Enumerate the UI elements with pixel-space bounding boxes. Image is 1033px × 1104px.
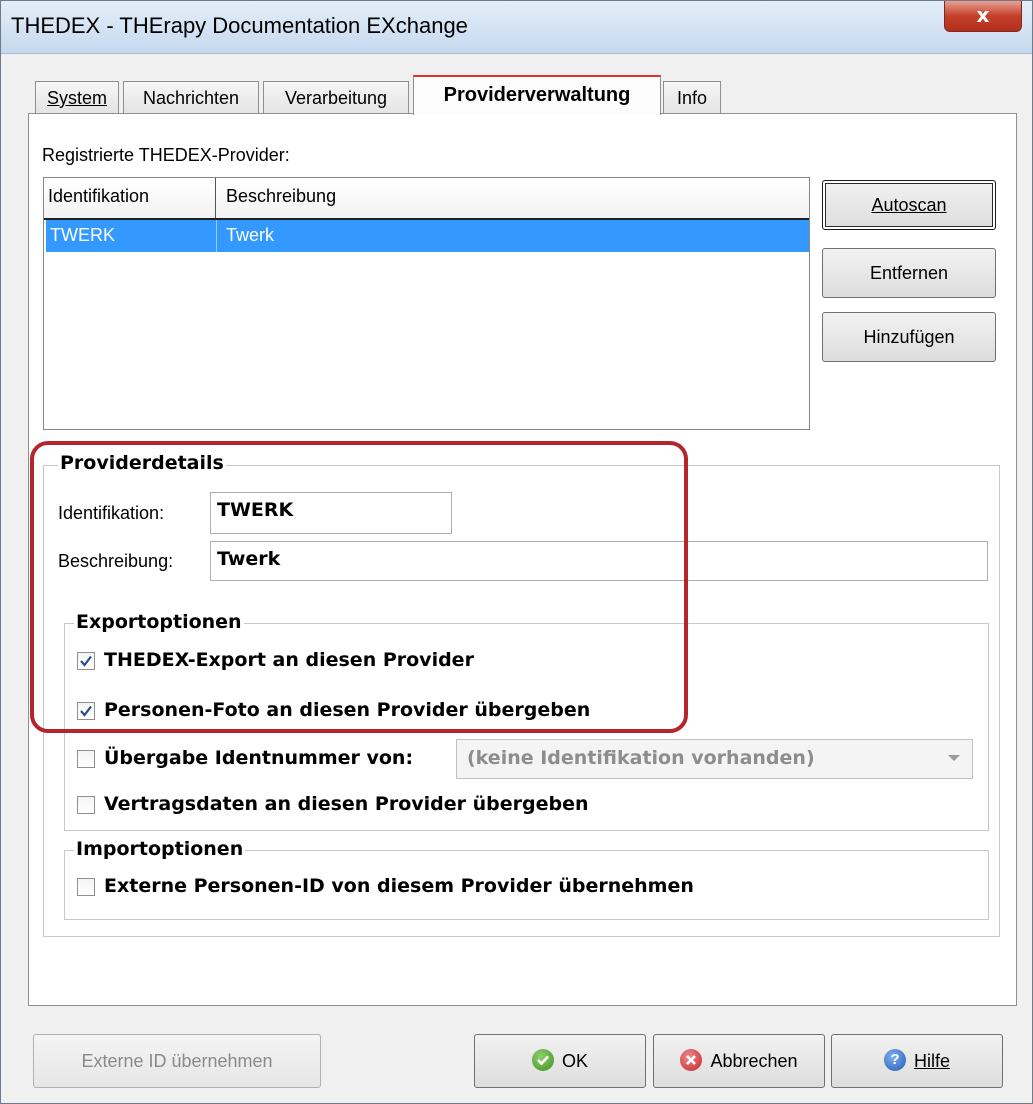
externe-personen-id-checkbox[interactable] [77, 878, 95, 896]
title-bar[interactable]: THEDEX - THErapy Documentation EXchange … [1, 1, 1032, 54]
tab-providerverwaltung[interactable]: Providerverwaltung [413, 75, 661, 115]
list-header: Identifikation Beschreibung [44, 178, 809, 220]
identnummer-checkbox[interactable] [77, 750, 95, 768]
table-row[interactable]: TWERK Twerk [46, 220, 809, 252]
tab-info[interactable]: Info [663, 81, 721, 113]
close-button[interactable]: x [944, 1, 1022, 32]
row-divider [216, 220, 217, 252]
externe-id-uebernehmen-button[interactable]: Externe ID übernehmen [33, 1034, 321, 1088]
importoptionen-title: Importoptionen [74, 838, 246, 860]
column-header-beschreibung[interactable]: Beschreibung [226, 186, 336, 207]
ok-button[interactable]: OK [474, 1034, 646, 1088]
identnummer-select[interactable]: (keine Identifikation vorhanden) [456, 739, 973, 779]
provider-list-label: Registrierte THEDEX-Provider: [42, 145, 290, 165]
tab-nachrichten[interactable]: Nachrichten [123, 81, 259, 113]
tab-system[interactable]: System [35, 81, 119, 113]
chevron-down-icon [948, 755, 960, 761]
provider-list[interactable]: Identifikation Beschreibung TWERK Twerk [43, 177, 810, 430]
hinzufuegen-button[interactable]: Hinzufügen [822, 312, 996, 362]
tab-verarbeitung[interactable]: Verarbeitung [263, 81, 409, 113]
check-circle-icon [531, 1049, 554, 1072]
hilfe-button[interactable]: ? Hilfe [831, 1034, 1003, 1088]
row-identifikation: TWERK [50, 225, 115, 245]
externe-personen-id-label: Externe Personen-ID von diesem Provider … [104, 875, 694, 897]
row-beschreibung: Twerk [226, 225, 275, 245]
highlight-annotation [30, 441, 688, 733]
help-icon: ? [883, 1049, 906, 1072]
abbrechen-button[interactable]: Abbrechen [653, 1034, 825, 1088]
column-header-identifikation[interactable]: Identifikation [48, 186, 149, 207]
column-divider[interactable] [215, 178, 216, 218]
vertragsdaten-label: Vertragsdaten an diesen Provider übergeb… [104, 793, 589, 815]
autoscan-button[interactable]: Autoscan [822, 180, 996, 230]
window-title: THEDEX - THErapy Documentation EXchange [11, 13, 468, 38]
vertragsdaten-checkbox[interactable] [77, 796, 95, 814]
identnummer-label: Übergabe Identnummer von: [104, 747, 414, 769]
entfernen-button[interactable]: Entfernen [822, 248, 996, 298]
cancel-circle-icon [680, 1049, 703, 1072]
close-icon: x [976, 3, 990, 27]
